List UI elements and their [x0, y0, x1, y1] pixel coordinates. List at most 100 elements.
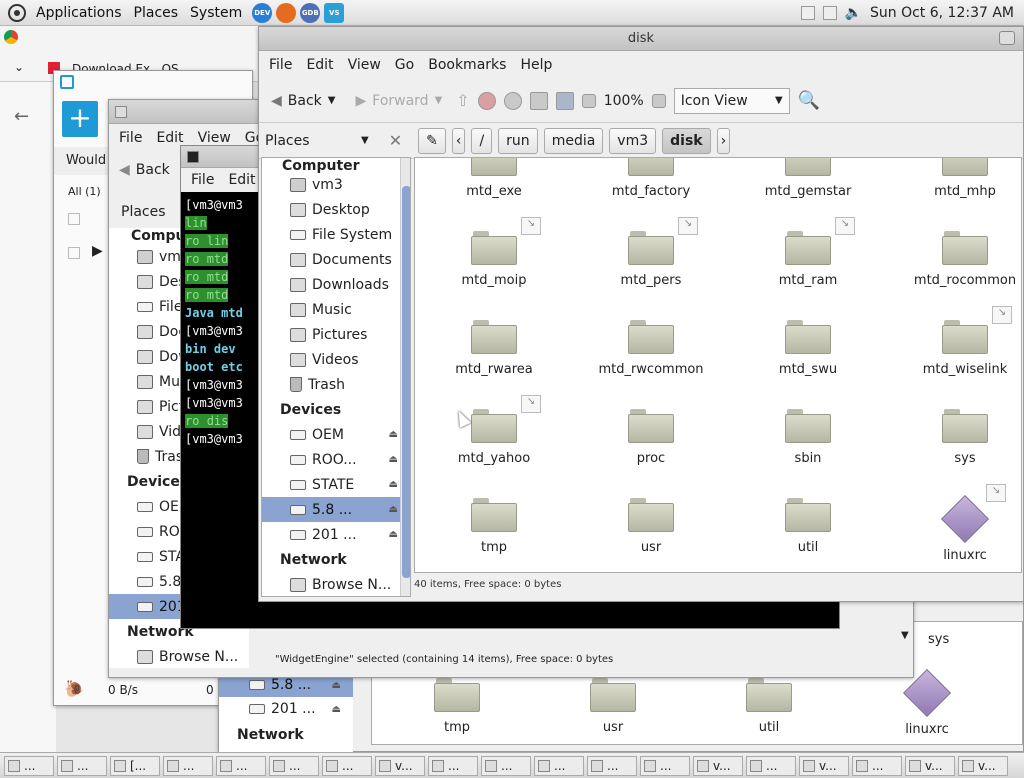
sidebar-item-music[interactable]: Music — [262, 297, 410, 322]
back-arrow-icon[interactable]: ← — [14, 106, 29, 127]
menu-file[interactable]: File — [269, 57, 292, 73]
taskbar-item[interactable]: ... — [852, 755, 902, 776]
sidebar-item-vm3[interactable]: vm3 — [262, 172, 410, 197]
folder-item[interactable]: mtd_factory — [576, 158, 726, 199]
taskbar-item[interactable]: ... — [746, 755, 796, 776]
sidebar-item-browse-network[interactable]: Browse N... — [262, 572, 410, 596]
taskbar-item[interactable]: ... — [269, 755, 319, 776]
eject-icon[interactable]: ⏏ — [389, 454, 398, 465]
taskbar-item[interactable]: ... — [4, 755, 54, 776]
sidebar-item-browse-network[interactable]: Browse N... — [109, 644, 249, 668]
taskbar-item[interactable]: ... — [587, 755, 637, 776]
eject-icon[interactable]: ⏏ — [332, 704, 341, 715]
sidebar-item-pictures[interactable]: Pictures — [262, 322, 410, 347]
menu-edit[interactable]: Edit — [228, 172, 255, 188]
breadcrumb-disk[interactable]: disk — [662, 127, 711, 154]
taskbar-item[interactable]: ... — [322, 755, 372, 776]
zoom-in-icon[interactable] — [651, 93, 666, 108]
taskbar-item[interactable]: v... — [375, 755, 425, 776]
breadcrumb-prev[interactable]: ‹ — [451, 127, 466, 154]
chevron-down-icon[interactable]: ▼ — [435, 95, 443, 106]
sidebar-scrollbar[interactable] — [400, 158, 410, 596]
folder-item[interactable]: ↘ mtd_ram — [733, 217, 883, 288]
folder-item[interactable]: ↘ mtd_moip — [419, 217, 569, 288]
sidebar-item-device[interactable]: 201 ... ⏏ — [219, 697, 353, 721]
folder-item[interactable]: mtd_rwarea — [419, 320, 569, 377]
folder-item[interactable]: usr — [538, 678, 688, 735]
taskbar-item[interactable]: ... — [640, 755, 690, 776]
chevron-down-icon[interactable]: ▼ — [361, 135, 369, 146]
folder-item[interactable]: sbin — [733, 409, 883, 466]
folder-item[interactable]: util — [694, 678, 844, 735]
tray-box-icon[interactable] — [822, 5, 837, 20]
menu-file[interactable]: File — [191, 172, 214, 188]
sidebar-item-videos[interactable]: Videos — [262, 347, 410, 372]
launcher-dev-icon[interactable]: DEV — [252, 2, 273, 23]
forward-button[interactable]: ▶ Forward ▼ — [349, 89, 448, 113]
sidebar-item-documents[interactable]: Documents — [262, 247, 410, 272]
zoom-out-icon[interactable] — [581, 93, 596, 108]
folder-item[interactable]: ↘ mtd_yahoo — [419, 395, 569, 466]
taskbar-item[interactable]: ... — [481, 755, 531, 776]
taskbar-item[interactable]: v... — [799, 755, 849, 776]
taskbar-item[interactable]: [... — [110, 755, 160, 776]
chevron-down-icon[interactable]: ⌄ — [14, 60, 24, 74]
file-label[interactable]: sys — [928, 632, 949, 647]
launcher-vs-icon[interactable]: VS — [324, 2, 345, 23]
sidebar-item-device-root[interactable]: ROO... ⏏ — [262, 447, 410, 472]
taskbar-item[interactable]: ... — [163, 755, 213, 776]
home-icon[interactable] — [529, 91, 548, 110]
tray-box-icon[interactable] — [800, 5, 815, 20]
close-icon[interactable]: ✕ — [389, 131, 402, 150]
search-icon[interactable]: 🔍 — [798, 90, 820, 111]
folder-item[interactable]: proc — [576, 409, 726, 466]
view-mode-select[interactable]: Icon View ▼ — [673, 87, 790, 114]
places-label[interactable]: Places — [121, 204, 166, 220]
taskbar-item[interactable]: ... — [216, 755, 266, 776]
breadcrumb-run[interactable]: run — [498, 127, 538, 154]
clock[interactable]: Sun Oct 6, 12:37 AM — [870, 5, 1014, 21]
add-button[interactable]: + — [62, 101, 98, 137]
folder-item[interactable]: mtd_rwcommon — [576, 320, 726, 377]
sidebar-item-trash[interactable]: Trash — [262, 372, 410, 397]
menu-places[interactable]: Places — [128, 5, 185, 21]
folder-item[interactable]: util — [733, 498, 883, 555]
scroll-down-icon[interactable]: ▼ — [901, 630, 909, 641]
taskbar-item[interactable]: ... — [428, 755, 478, 776]
menu-help[interactable]: Help — [520, 57, 552, 73]
filter-all[interactable]: All (1) — [68, 185, 101, 198]
reload-icon[interactable] — [503, 91, 522, 110]
breadcrumb-next[interactable]: › — [716, 127, 731, 154]
folder-item[interactable]: mtd_exe — [419, 158, 569, 199]
play-icon[interactable]: ▶ — [92, 243, 103, 259]
taskbar-item[interactable]: v... — [693, 755, 743, 776]
menu-applications[interactable]: Applications — [30, 5, 128, 21]
menu-edit[interactable]: Edit — [156, 130, 183, 146]
menu-file[interactable]: File — [119, 130, 142, 146]
folder-item[interactable]: ↘ mtd_pers — [576, 217, 726, 288]
sidebar-item-desktop[interactable]: Desktop — [262, 197, 410, 222]
firefox-icon[interactable] — [276, 2, 297, 23]
breadcrumb-vm3[interactable]: vm3 — [609, 127, 657, 154]
scrollbar-thumb[interactable] — [402, 186, 410, 578]
eject-icon[interactable]: ⏏ — [389, 429, 398, 440]
sidebar-item-downloads[interactable]: Downloads — [262, 272, 410, 297]
up-arrow-icon[interactable]: ⇧ — [456, 91, 469, 110]
eject-icon[interactable]: ⏏ — [389, 479, 398, 490]
folder-item[interactable]: mtd_swu — [733, 320, 883, 377]
taskbar-item[interactable]: ... — [57, 755, 107, 776]
breadcrumb-media[interactable]: media — [543, 127, 604, 154]
folder-item[interactable]: sys — [890, 409, 1021, 466]
sidebar-item-device-state[interactable]: STATE ⏏ — [262, 472, 410, 497]
folder-item[interactable]: ↘ mtd_wiselink — [890, 306, 1021, 377]
taskbar-item[interactable]: v... — [905, 755, 955, 776]
folder-item[interactable]: mtd_rocommon — [890, 231, 1021, 288]
menu-view[interactable]: View — [348, 57, 381, 73]
menu-view[interactable]: View — [198, 130, 231, 146]
eject-icon[interactable]: ⏏ — [389, 504, 398, 515]
sidebar-item-device-58[interactable]: 5.8 ... ⏏ — [262, 497, 410, 522]
folder-item[interactable]: usr — [576, 498, 726, 555]
back-button[interactable]: ◀ Back ▼ — [265, 89, 341, 113]
sidebar-item-device-201[interactable]: 201 ... ⏏ — [262, 522, 410, 547]
checkbox[interactable] — [68, 213, 80, 225]
